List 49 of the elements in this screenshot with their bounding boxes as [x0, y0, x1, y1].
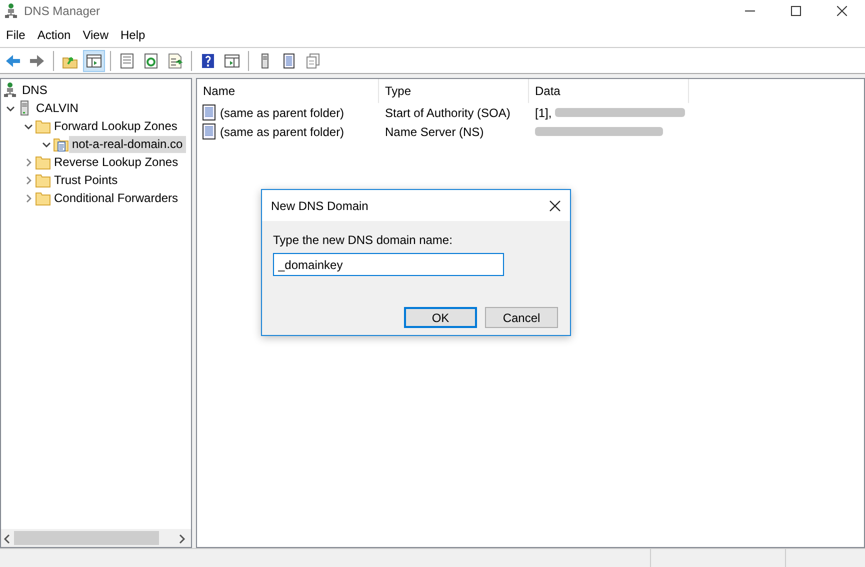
folder-icon: [35, 172, 51, 188]
record-list-icon: [281, 52, 297, 68]
menu-item[interactable]: Help: [114, 26, 152, 44]
close-icon: [837, 6, 847, 16]
field-label: Type the new DNS domain name:: [273, 232, 452, 249]
window-title: DNS Manager: [24, 3, 100, 20]
tree-item[interactable]: not-a-real-domain.co: [69, 136, 186, 152]
column-header[interactable]: Type: [379, 79, 529, 103]
scrollbar-thumb[interactable]: [14, 531, 159, 545]
cancel-button[interactable]: Cancel: [485, 307, 558, 328]
menu-item[interactable]: View: [76, 26, 114, 44]
menu-item[interactable]: File: [0, 26, 32, 44]
folder-icon: [35, 154, 51, 170]
menu-item[interactable]: Action: [31, 26, 77, 44]
tree-item[interactable]: Trust Points: [51, 172, 121, 188]
folder-icon: [35, 190, 51, 206]
tree-item[interactable]: Conditional Forwarders: [51, 190, 182, 206]
dns-server-icon: [4, 3, 18, 19]
tree-item[interactable]: CALVIN: [33, 100, 82, 116]
console-tree-icon: [86, 52, 102, 68]
table-cell-text: (same as parent folder): [220, 124, 344, 140]
maximize-icon: [791, 6, 801, 16]
copy-icon: [305, 52, 321, 68]
folder-icon: [35, 118, 51, 134]
properties-icon: [119, 52, 135, 68]
ok-button[interactable]: OK: [404, 307, 477, 328]
dialog-title: New DNS Domain: [271, 198, 368, 214]
dns-server-icon: [3, 82, 19, 98]
domain-name-field[interactable]: _domainkey: [273, 253, 504, 276]
table-cell: Name Server (NS): [385, 124, 484, 138]
back-arrow-icon: [5, 52, 21, 68]
record-icon: [201, 123, 217, 140]
table-cell-text: (same as parent folder): [220, 104, 344, 122]
tree-item[interactable]: Reverse Lookup Zones: [51, 154, 182, 170]
column-header[interactable]: Name: [197, 79, 379, 103]
export-list-icon: [167, 52, 183, 68]
console-tree-button[interactable]: [83, 50, 105, 72]
tree-item[interactable]: DNS: [19, 82, 50, 98]
tree-item[interactable]: Forward Lookup Zones: [51, 118, 180, 134]
close-icon: [549, 200, 561, 212]
column-header[interactable]: Data: [529, 79, 689, 103]
zone-file-icon: [53, 136, 69, 152]
record-icon: [201, 104, 217, 121]
action-pane-icon: [224, 52, 240, 68]
forward-arrow-icon: [29, 52, 45, 68]
refresh-icon: [143, 52, 159, 68]
table-cell: Start of Authority (SOA): [385, 106, 510, 120]
help-icon: [200, 52, 216, 68]
table-cell-text: [1],: [535, 104, 552, 122]
